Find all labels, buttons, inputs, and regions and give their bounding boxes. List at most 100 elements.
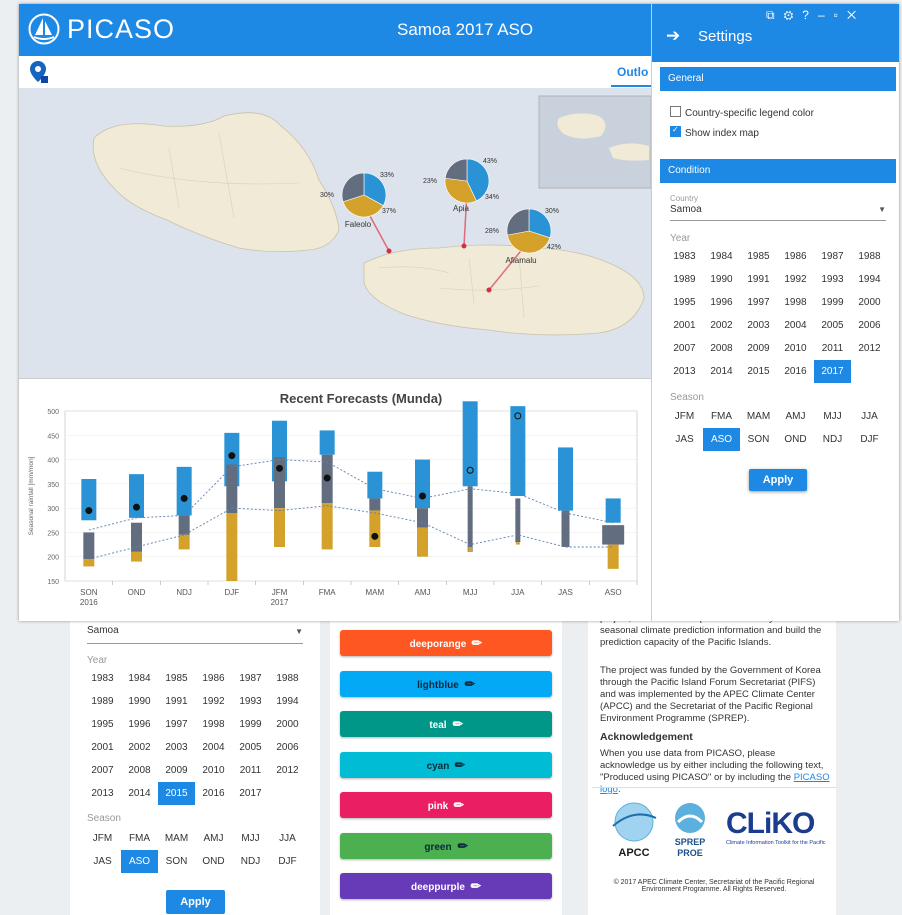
year-option-2016[interactable]: 2016: [195, 782, 232, 805]
year-option-1989[interactable]: 1989: [666, 268, 703, 291]
location-pin-icon[interactable]: [27, 60, 49, 84]
pie-slice[interactable]: [506, 208, 530, 236]
background-country-select[interactable]: Samoa ▼: [87, 625, 303, 644]
season-option-ndj[interactable]: NDJ: [232, 850, 269, 873]
season-option-ond[interactable]: OND: [777, 428, 814, 451]
year-option-1994[interactable]: 1994: [851, 268, 888, 291]
season-option-mjj[interactable]: MJJ: [814, 405, 851, 428]
year-option-1984[interactable]: 1984: [121, 667, 158, 690]
season-option-amj[interactable]: AMJ: [195, 827, 232, 850]
year-option-2003[interactable]: 2003: [740, 314, 777, 337]
year-option-2011[interactable]: 2011: [814, 337, 851, 360]
year-option-2013[interactable]: 2013: [84, 782, 121, 805]
year-option-2014[interactable]: 2014: [121, 782, 158, 805]
year-option-2000[interactable]: 2000: [851, 291, 888, 314]
year-option-2002[interactable]: 2002: [121, 736, 158, 759]
year-option-2008[interactable]: 2008: [121, 759, 158, 782]
tab-outlook[interactable]: Outlo: [617, 65, 648, 79]
season-option-jas[interactable]: JAS: [666, 428, 703, 451]
season-option-fma[interactable]: FMA: [703, 405, 740, 428]
year-option-2005[interactable]: 2005: [814, 314, 851, 337]
season-option-djf[interactable]: DJF: [851, 428, 888, 451]
checkbox-box[interactable]: [670, 106, 681, 117]
season-option-mam[interactable]: MAM: [740, 405, 777, 428]
year-option-2009[interactable]: 2009: [158, 759, 195, 782]
year-option-1987[interactable]: 1987: [232, 667, 269, 690]
year-option-2002[interactable]: 2002: [703, 314, 740, 337]
year-option-2006[interactable]: 2006: [269, 736, 306, 759]
year-option-1984[interactable]: 1984: [703, 245, 740, 268]
season-option-ond[interactable]: OND: [195, 850, 232, 873]
year-option-2012[interactable]: 2012: [851, 337, 888, 360]
year-option-2012[interactable]: 2012: [269, 759, 306, 782]
year-option-1991[interactable]: 1991: [740, 268, 777, 291]
year-option-2003[interactable]: 2003: [158, 736, 195, 759]
year-option-1988[interactable]: 1988: [269, 667, 306, 690]
year-option-1997[interactable]: 1997: [158, 713, 195, 736]
year-option-1988[interactable]: 1988: [851, 245, 888, 268]
year-option-1986[interactable]: 1986: [195, 667, 232, 690]
background-apply-button[interactable]: Apply: [166, 890, 225, 914]
arrow-right-icon[interactable]: ➔: [666, 26, 680, 46]
year-option-1998[interactable]: 1998: [777, 291, 814, 314]
color-option-pink[interactable]: pink ✎: [340, 792, 552, 818]
color-option-green[interactable]: green ✎: [340, 832, 552, 859]
color-option-deeppurple[interactable]: deeppurple ✎: [340, 873, 552, 899]
year-option-1992[interactable]: 1992: [777, 268, 814, 291]
year-option-2011[interactable]: 2011: [232, 759, 269, 782]
year-option-2010[interactable]: 2010: [195, 759, 232, 782]
year-option-1989[interactable]: 1989: [84, 690, 121, 713]
season-option-jja[interactable]: JJA: [269, 827, 306, 850]
year-option-1983[interactable]: 1983: [666, 245, 703, 268]
color-option-cyan[interactable]: cyan ✎: [340, 751, 552, 778]
maximize-icon[interactable]: ▫: [834, 8, 847, 22]
year-option-1993[interactable]: 1993: [232, 690, 269, 713]
year-option-2016[interactable]: 2016: [777, 360, 814, 383]
year-option-2004[interactable]: 2004: [195, 736, 232, 759]
season-option-aso[interactable]: ASO: [121, 850, 158, 873]
season-option-jas[interactable]: JAS: [84, 850, 121, 873]
year-option-2017[interactable]: 2017: [814, 360, 851, 383]
year-option-2001[interactable]: 2001: [666, 314, 703, 337]
station-marker[interactable]: [386, 248, 392, 254]
year-option-2017[interactable]: 2017: [232, 782, 269, 805]
season-option-son[interactable]: SON: [740, 428, 777, 451]
year-option-2015[interactable]: 2015: [740, 360, 777, 383]
year-option-1995[interactable]: 1995: [666, 291, 703, 314]
season-option-ndj[interactable]: NDJ: [814, 428, 851, 451]
checkbox-box[interactable]: [670, 125, 681, 137]
year-option-1992[interactable]: 1992: [195, 690, 232, 713]
close-icon[interactable]: ✕: [847, 8, 865, 22]
season-option-amj[interactable]: AMJ: [777, 405, 814, 428]
year-option-2001[interactable]: 2001: [84, 736, 121, 759]
year-option-1998[interactable]: 1998: [195, 713, 232, 736]
year-option-2004[interactable]: 2004: [777, 314, 814, 337]
year-option-1990[interactable]: 1990: [121, 690, 158, 713]
year-option-1994[interactable]: 1994: [269, 690, 306, 713]
year-option-1985[interactable]: 1985: [158, 667, 195, 690]
country-legend-checkbox[interactable]: Country-specific legend color: [670, 106, 814, 119]
year-option-1985[interactable]: 1985: [740, 245, 777, 268]
year-option-2000[interactable]: 2000: [269, 713, 306, 736]
year-option-1999[interactable]: 1999: [814, 291, 851, 314]
season-option-aso[interactable]: ASO: [703, 428, 740, 451]
year-option-2013[interactable]: 2013: [666, 360, 703, 383]
year-option-1997[interactable]: 1997: [740, 291, 777, 314]
year-option-1990[interactable]: 1990: [703, 268, 740, 291]
year-option-1983[interactable]: 1983: [84, 667, 121, 690]
external-link-icon[interactable]: ⧉: [766, 8, 784, 22]
year-option-1999[interactable]: 1999: [232, 713, 269, 736]
pie-slice[interactable]: [444, 158, 468, 182]
season-option-jfm[interactable]: JFM: [84, 827, 121, 850]
year-option-2015[interactable]: 2015: [158, 782, 195, 805]
season-option-son[interactable]: SON: [158, 850, 195, 873]
year-option-2009[interactable]: 2009: [740, 337, 777, 360]
year-option-2010[interactable]: 2010: [777, 337, 814, 360]
color-option-deeporange[interactable]: deeporange ✎: [340, 630, 552, 656]
color-option-lightblue[interactable]: lightblue ✎: [340, 670, 552, 697]
year-option-1986[interactable]: 1986: [777, 245, 814, 268]
season-option-mam[interactable]: MAM: [158, 827, 195, 850]
station-marker[interactable]: [461, 243, 467, 249]
year-option-2014[interactable]: 2014: [703, 360, 740, 383]
season-option-fma[interactable]: FMA: [121, 827, 158, 850]
